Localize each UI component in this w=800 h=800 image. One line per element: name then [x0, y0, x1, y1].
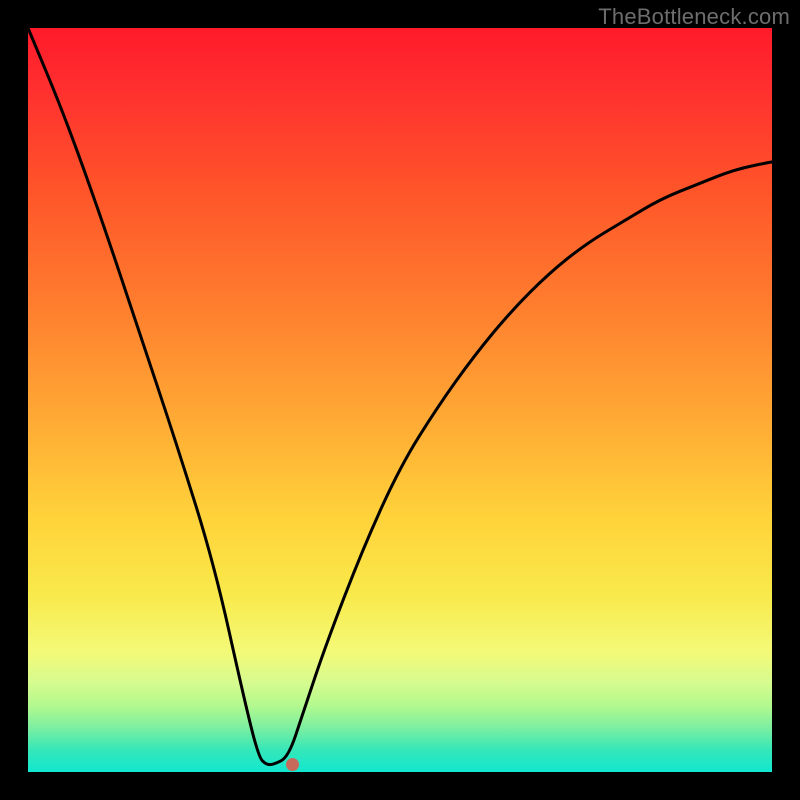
bottleneck-curve: [28, 28, 772, 772]
curve-path: [28, 28, 772, 765]
chart-frame: TheBottleneck.com: [0, 0, 800, 800]
watermark-text: TheBottleneck.com: [598, 4, 790, 30]
plot-area: [28, 28, 772, 772]
minimum-marker: [286, 758, 299, 771]
